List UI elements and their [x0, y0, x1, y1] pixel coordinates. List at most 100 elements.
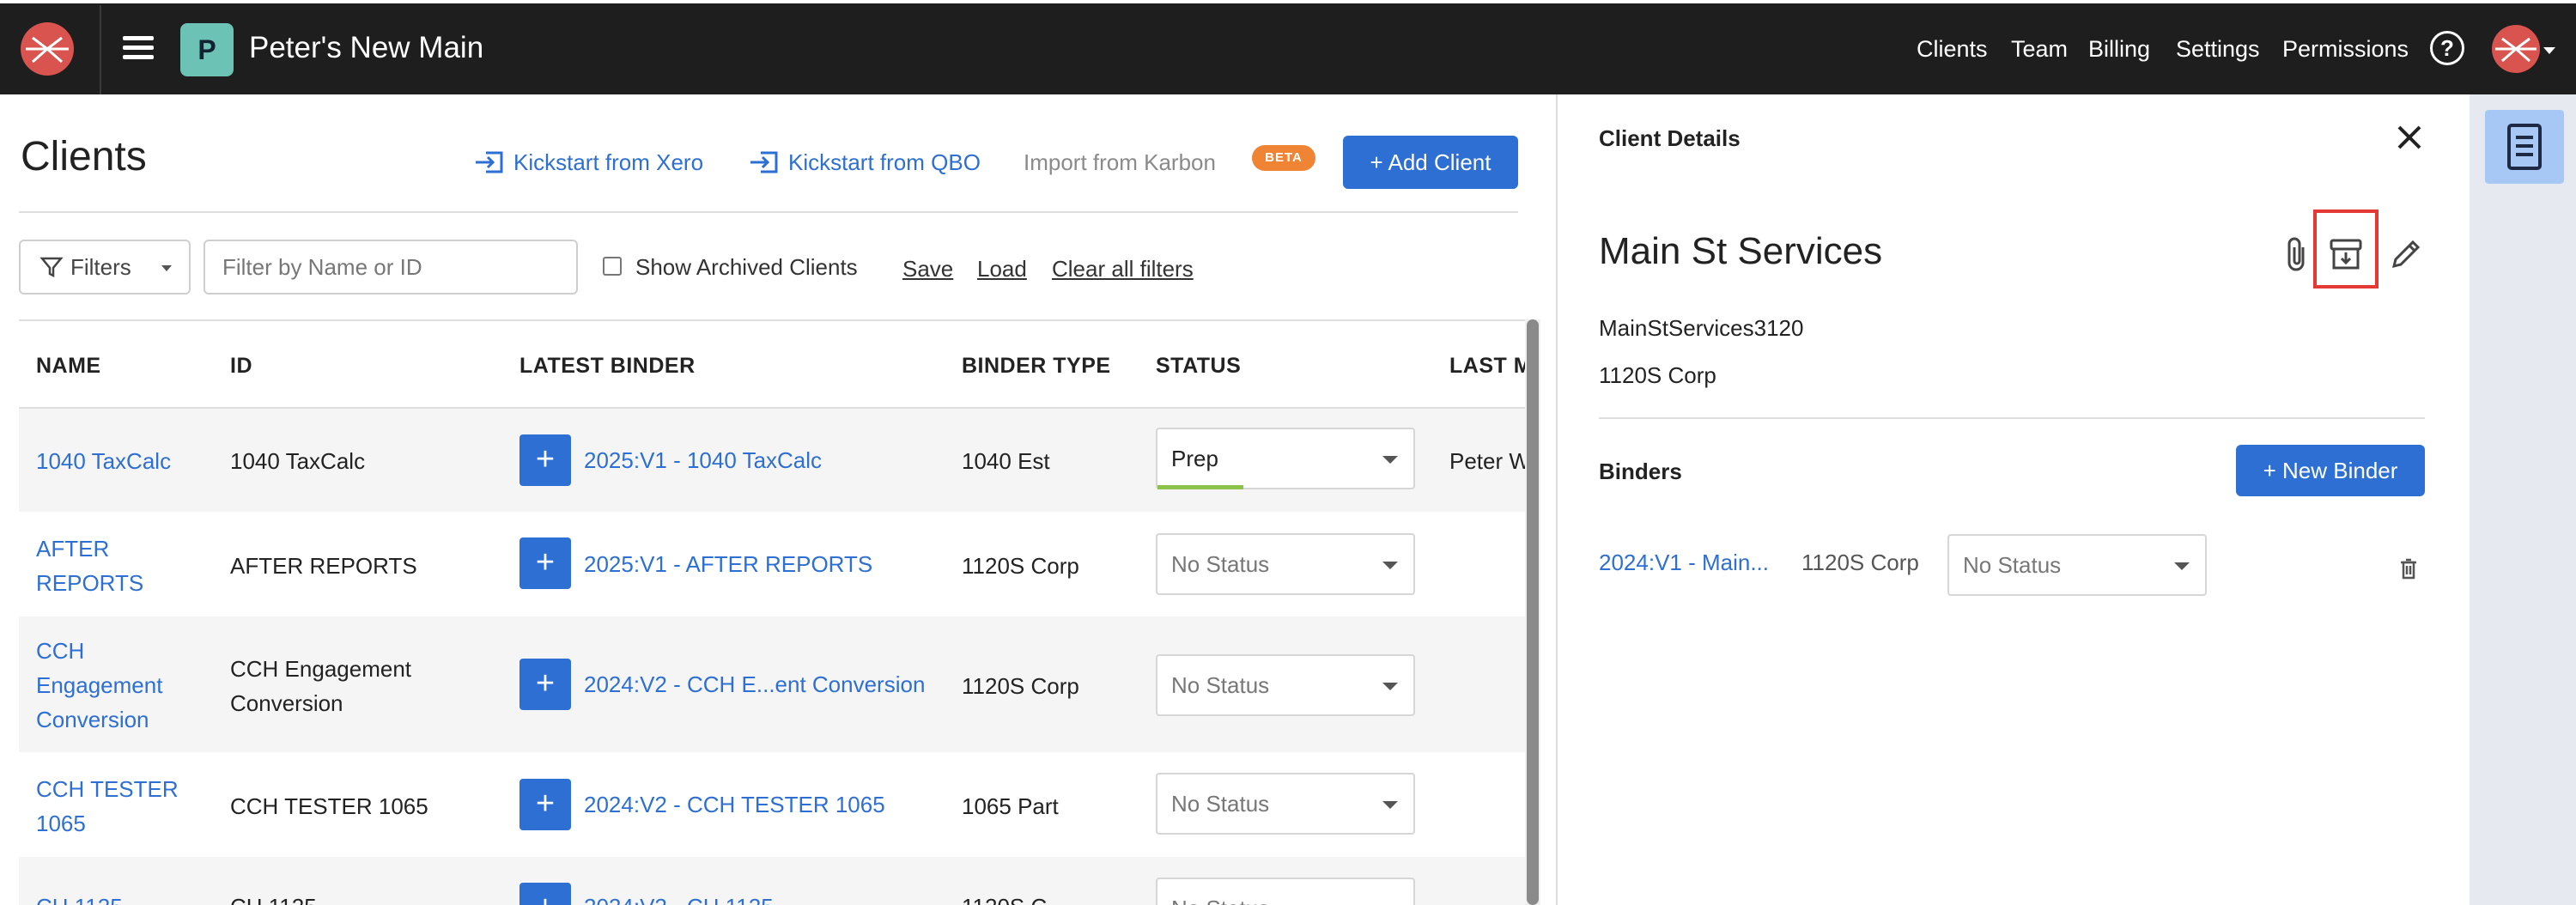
add-binder-button[interactable]: + [519, 434, 571, 486]
client-type-text: 1120S Corp [1599, 362, 1716, 388]
kickstart-xero-label: Kickstart from Xero [513, 149, 704, 175]
client-name-link[interactable]: CCH TESTER 1065 [36, 772, 179, 841]
right-sidebar [2470, 94, 2576, 905]
chevron-down-icon [1382, 456, 1398, 464]
client-id-text: MainStServices3120 [1599, 315, 1804, 341]
client-name-line: Conversion [36, 707, 149, 732]
divider [100, 5, 101, 94]
client-name-heading: Main St Services [1599, 230, 1883, 272]
user-avatar-icon[interactable] [2492, 25, 2540, 73]
add-binder-button[interactable]: + [519, 659, 571, 710]
client-id: CCH TESTER 1065 [230, 793, 428, 819]
show-archived-checkbox[interactable] [603, 257, 622, 276]
panel-divider [1556, 94, 1558, 905]
chevron-down-icon [1382, 683, 1398, 690]
add-binder-button[interactable]: + [519, 779, 571, 830]
beta-badge: BETA [1252, 145, 1315, 171]
help-icon[interactable]: ? [2430, 31, 2464, 65]
clear-filters-link[interactable]: Clear all filters [1052, 256, 1194, 282]
status-value: Prep [1171, 446, 1218, 471]
chevron-down-icon[interactable] [2543, 47, 2555, 54]
new-binder-button[interactable]: + New Binder [2236, 445, 2425, 496]
nav-permissions[interactable]: Permissions [2282, 36, 2409, 63]
latest-binder-link[interactable]: 2024:V2 - CCH TESTER 1065 [584, 787, 885, 822]
filter-name-input[interactable] [204, 240, 578, 295]
column-header-binder-type[interactable]: BINDER TYPE [962, 354, 1111, 379]
status-value: No Status [1171, 551, 1270, 577]
client-name-line: Engagement [36, 672, 163, 698]
latest-binder-link[interactable]: 2024:V2 - CCH E...ent Conversion [584, 667, 925, 702]
column-header-name[interactable]: NAME [36, 354, 101, 379]
client-id-line: CCH Engagement [230, 656, 411, 682]
top-navigation-bar: P Peter's New Main Clients Team Billing … [0, 0, 2576, 94]
nav-team[interactable]: Team [2011, 36, 2068, 63]
binder-type: 1120S C [962, 890, 1047, 905]
nav-settings[interactable]: Settings [2176, 36, 2260, 63]
divider [19, 319, 1525, 321]
column-header-status[interactable]: STATUS [1156, 354, 1241, 379]
filter-icon [39, 257, 64, 278]
binders-heading: Binders [1599, 459, 1682, 484]
org-badge[interactable]: P [180, 23, 234, 76]
kickstart-qbo-link[interactable]: Kickstart from QBO [749, 149, 981, 176]
chevron-down-icon [2174, 562, 2190, 570]
save-filter-link[interactable]: Save [902, 256, 953, 282]
load-filter-link[interactable]: Load [977, 256, 1027, 282]
paperclip-icon[interactable] [2282, 235, 2312, 279]
client-id: CH 1125 [230, 890, 317, 905]
brand-logo-icon[interactable] [21, 22, 74, 76]
client-name-link[interactable]: CH 1125 [36, 890, 123, 905]
kickstart-xero-link[interactable]: Kickstart from Xero [474, 149, 703, 176]
client-name-link[interactable]: AFTER REPORTS [36, 531, 143, 600]
pencil-icon[interactable] [2389, 237, 2423, 276]
add-binder-button[interactable]: + [519, 538, 571, 589]
panel-title: Client Details [1599, 125, 1741, 151]
org-name[interactable]: Peter's New Main [249, 31, 483, 65]
add-binder-button[interactable]: + [519, 883, 571, 905]
column-header-last-modified[interactable]: LAST M [1449, 354, 1532, 379]
hamburger-menu-icon[interactable] [123, 36, 154, 60]
latest-binder-link[interactable]: 2025:V1 - 1040 TaxCalc [584, 443, 822, 477]
status-dropdown[interactable]: No Status [1156, 878, 1415, 905]
status-progress-bar [1157, 485, 1243, 489]
nav-billing[interactable]: Billing [2088, 36, 2150, 63]
document-list-icon[interactable] [2485, 110, 2564, 184]
binder-type: 1065 Part [962, 793, 1059, 819]
archive-icon[interactable] [2329, 237, 2363, 276]
divider [19, 211, 1518, 213]
column-header-id[interactable]: ID [230, 354, 252, 379]
binder-type: 1040 Est [962, 448, 1050, 474]
import-icon [750, 151, 778, 173]
client-name-link[interactable]: CCH Engagement Conversion [36, 634, 162, 737]
client-name-line: CCH [36, 638, 85, 664]
kickstart-qbo-label: Kickstart from QBO [788, 149, 981, 175]
filters-button[interactable]: Filters [19, 240, 191, 295]
client-name-line: CCH TESTER [36, 776, 179, 802]
scrollbar-thumb[interactable] [1527, 319, 1539, 905]
status-dropdown[interactable]: No Status [1156, 773, 1415, 835]
close-icon[interactable] [2392, 120, 2427, 155]
client-name-link[interactable]: 1040 TaxCalc [36, 444, 171, 478]
column-header-latest-binder[interactable]: LATEST BINDER [519, 354, 696, 379]
chevron-down-icon [1382, 562, 1398, 569]
filters-label: Filters [70, 254, 131, 280]
status-value: No Status [1963, 552, 2062, 578]
binder-link[interactable]: 2024:V1 - Main... [1599, 550, 1769, 576]
nav-clients[interactable]: Clients [1917, 36, 1988, 63]
show-archived-label[interactable]: Show Archived Clients [635, 254, 858, 281]
client-name-line: REPORTS [36, 570, 144, 596]
status-dropdown[interactable]: No Status [1156, 533, 1415, 595]
status-dropdown[interactable]: No Status [1156, 654, 1415, 716]
latest-binder-link[interactable]: 2024:V2 - CH 1125 [584, 890, 774, 905]
chevron-down-icon [1382, 801, 1398, 809]
status-dropdown[interactable]: Prep [1156, 428, 1415, 489]
import-karbon-link[interactable]: Import from Karbon [1024, 149, 1216, 176]
binder-status-dropdown[interactable]: No Status [1947, 534, 2207, 596]
client-id: CCH Engagement Conversion [230, 652, 411, 720]
status-value: No Status [1171, 791, 1270, 817]
add-client-button[interactable]: + Add Client [1343, 136, 1518, 189]
trash-icon[interactable] [2399, 558, 2418, 585]
latest-binder-link[interactable]: 2025:V1 - AFTER REPORTS [584, 547, 872, 581]
status-value: No Status [1171, 672, 1270, 698]
divider [1599, 417, 2425, 419]
